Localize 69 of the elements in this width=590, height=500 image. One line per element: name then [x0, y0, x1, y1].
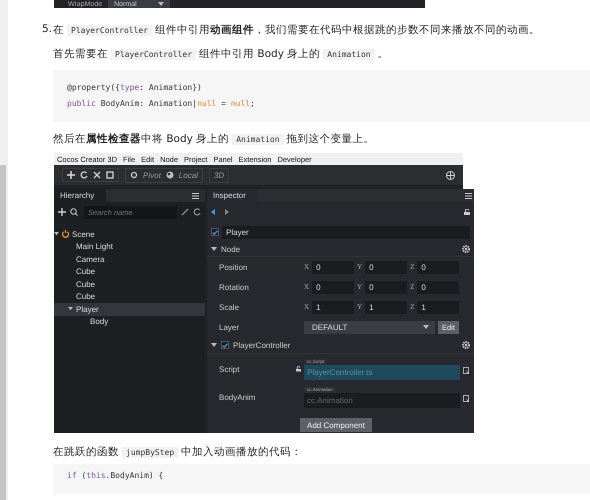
number-field[interactable]: 0: [417, 280, 460, 294]
step-number: 5.: [42, 23, 53, 37]
property-label: Rotation: [218, 282, 250, 292]
globe-icon[interactable]: [166, 171, 174, 179]
tree-item[interactable]: Camera: [54, 253, 205, 266]
move-icon[interactable]: [67, 171, 75, 179]
caret-icon: [423, 324, 429, 330]
pivot-toggle[interactable]: Pivot: [143, 170, 161, 180]
node-name-field[interactable]: Player: [222, 226, 470, 238]
forward-arrow-icon[interactable]: [225, 209, 229, 215]
property-label: Position: [218, 262, 248, 272]
expand-arrow-icon: [211, 342, 217, 348]
component-title[interactable]: PlayerController: [233, 340, 290, 350]
number-field[interactable]: 1: [312, 300, 354, 314]
code-block: @property({type: Animation}) public BodyAnim: Animation|null = null;: [53, 70, 590, 122]
search-icon[interactable]: [70, 208, 80, 216]
property-label: Script: [218, 364, 240, 374]
rect-icon[interactable]: [106, 171, 114, 179]
collapse-icon[interactable]: [181, 208, 189, 216]
pivot-icon[interactable]: [130, 171, 138, 179]
caret-icon: [158, 2, 164, 6]
tree-item[interactable]: Cube: [54, 278, 205, 290]
paragraph: 在跳跃的函数 jumpByStep 中加入动画播放的代码：: [53, 445, 304, 460]
globe-icon[interactable]: [446, 170, 455, 180]
property-label: BodyAnim: [218, 392, 256, 402]
tree-item[interactable]: Cube: [54, 266, 205, 278]
tree-item[interactable]: Scene: [54, 228, 205, 240]
layer-dropdown[interactable]: DEFAULT: [304, 320, 435, 334]
expand-arrow-icon[interactable]: [54, 232, 59, 236]
back-arrow-icon[interactable]: [211, 209, 215, 215]
menu-icon[interactable]: [465, 192, 472, 198]
hierarchy-tab[interactable]: Hierarchy: [54, 189, 106, 202]
menu-icon[interactable]: [192, 192, 199, 198]
checkbox[interactable]: [221, 341, 229, 349]
number-field[interactable]: 1: [417, 300, 460, 314]
number-field[interactable]: 0: [365, 260, 408, 274]
rotate-icon[interactable]: [80, 171, 88, 179]
picker-icon[interactable]: [463, 367, 470, 375]
step-text: 在 PlayerController 组件中引用动画组件，我们需要在代码中根据跳的步数不同来播放不同的动画。: [53, 23, 540, 38]
3d-toggle[interactable]: 3D: [208, 168, 230, 182]
tree-item[interactable]: Player: [54, 303, 205, 316]
expand-arrow-icon[interactable]: [68, 307, 73, 312]
number-field[interactable]: 0: [417, 260, 460, 274]
settings-icon[interactable]: [462, 245, 470, 253]
tree-item[interactable]: Body: [54, 316, 205, 328]
checkbox[interactable]: [211, 228, 219, 236]
number-field[interactable]: 0: [312, 280, 354, 294]
add-icon[interactable]: [58, 208, 66, 216]
refresh-icon[interactable]: [193, 208, 201, 216]
scene-icon: [62, 230, 69, 238]
scale-icon[interactable]: [93, 171, 101, 179]
property-label: Scale: [218, 302, 240, 312]
tree-item[interactable]: Main Light: [54, 240, 205, 253]
paragraph: 然后在属性检查器中将 Body 身上的 Animation 拖到这个变量上。: [53, 132, 376, 147]
code-block: if (this.BodyAnim) {: [53, 464, 590, 494]
tree-item[interactable]: Cube: [54, 290, 205, 303]
add-component-button[interactable]: Add Component: [300, 418, 372, 432]
section-title[interactable]: Node: [221, 244, 240, 254]
lock-icon[interactable]: [464, 209, 470, 215]
paragraph: 首先需要在 PlayerController 组件中引用 Body 身上的 Animation 。: [53, 47, 390, 62]
expand-arrow-icon: [211, 246, 217, 252]
property-label: Layer: [218, 322, 240, 332]
settings-icon[interactable]: [462, 341, 470, 349]
picker-icon[interactable]: [463, 395, 470, 403]
number-field[interactable]: 0: [365, 280, 408, 294]
number-field[interactable]: 0: [312, 260, 354, 274]
number-field[interactable]: 1: [365, 300, 408, 314]
local-toggle[interactable]: Local: [178, 170, 198, 180]
inspector-tab[interactable]: Inspector: [207, 189, 259, 202]
